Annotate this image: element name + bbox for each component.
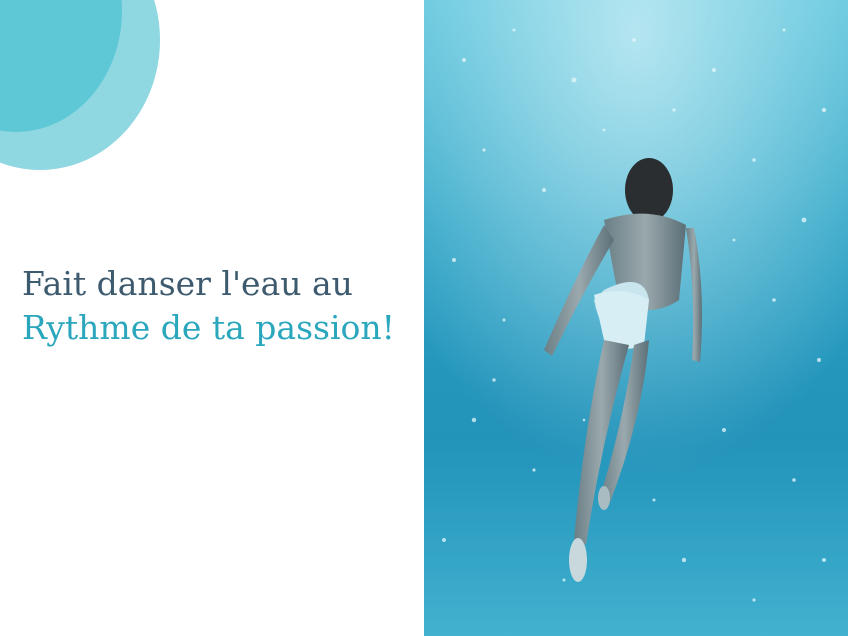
slide-headline: Fait danser l'eau au Rythme de ta passio… (22, 262, 422, 350)
slide: Fait danser l'eau au Rythme de ta passio… (0, 0, 848, 636)
headline-line-2: Rythme de ta passion! (22, 308, 395, 347)
underwater-swimmer-photo (424, 0, 848, 636)
headline-line-1: Fait danser l'eau au (22, 264, 353, 303)
